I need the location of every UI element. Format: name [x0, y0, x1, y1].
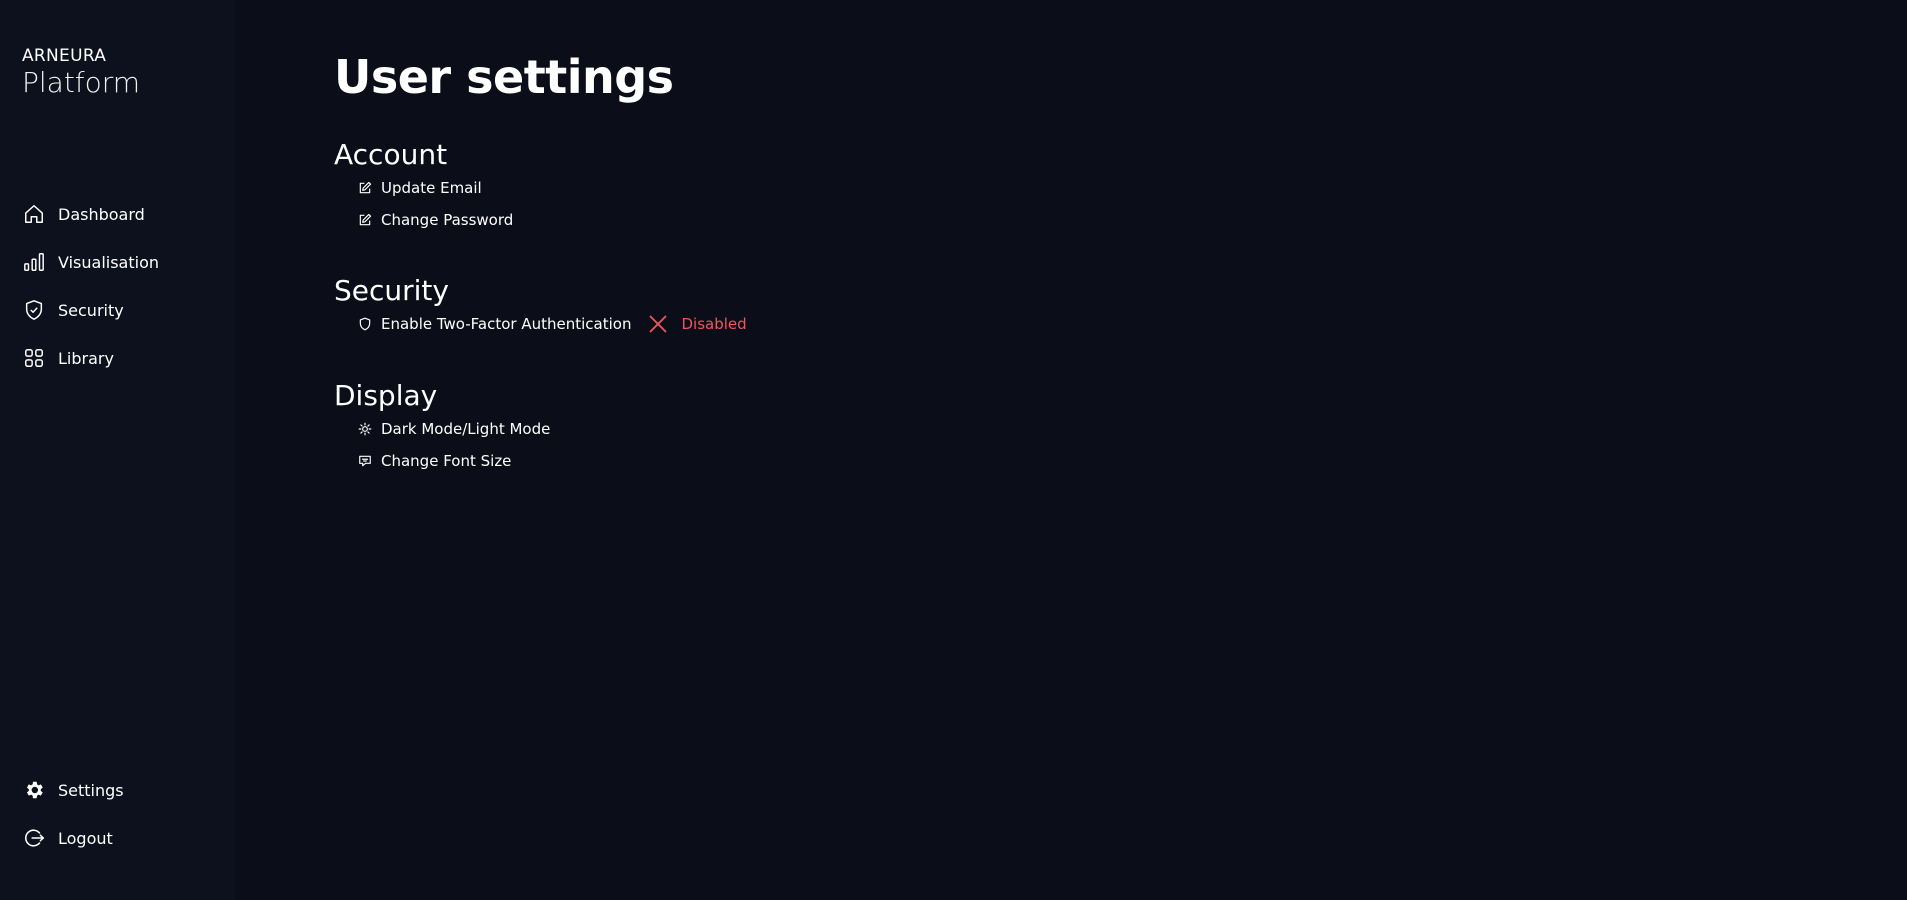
section-account: Account Update Email Change Password: [334, 138, 513, 236]
sidebar-item-label: Library: [58, 348, 114, 368]
update-email-option[interactable]: Update Email: [358, 172, 513, 204]
section-display: Display Dark Mode/Light Mode Change Font…: [334, 379, 550, 477]
shield-check-icon: [22, 298, 46, 322]
section-title: Account: [334, 138, 448, 171]
change-password-option[interactable]: Change Password: [358, 204, 513, 236]
option-label: Change Password: [381, 211, 514, 229]
brand: ARNEURA Platform: [22, 46, 140, 99]
dark-mode-option[interactable]: Dark Mode/Light Mode: [358, 413, 550, 445]
sidebar: ARNEURA Platform Dashboard Visualisation: [0, 0, 235, 900]
edit-icon: [358, 181, 372, 195]
option-label: Dark Mode/Light Mode: [381, 420, 551, 438]
sidebar-item-logout[interactable]: Logout: [22, 814, 124, 862]
sidebar-item-settings[interactable]: Settings: [22, 766, 124, 814]
font-size-option[interactable]: Change Font Size: [358, 445, 550, 477]
sun-icon: [358, 422, 372, 436]
option-label: Enable Two-Factor Authentication: [381, 315, 632, 333]
main-content: User settings Account Update Email Chang…: [235, 0, 1907, 900]
close-icon: [647, 313, 669, 335]
sidebar-item-label: Logout: [58, 828, 113, 848]
sidebar-item-library[interactable]: Library: [22, 334, 159, 382]
option-label: Change Font Size: [381, 452, 512, 470]
home-icon: [22, 202, 46, 226]
edit-icon: [358, 213, 372, 227]
bar-chart-icon: [22, 250, 46, 274]
sidebar-item-label: Dashboard: [58, 204, 145, 224]
message-icon: [358, 454, 372, 468]
page-title: User settings: [334, 50, 674, 104]
sidebar-bottom-nav: Settings Logout: [22, 766, 124, 862]
option-label: Update Email: [381, 179, 482, 197]
sidebar-item-label: Security: [58, 300, 124, 320]
status-badge: Disabled: [681, 315, 747, 333]
brand-subtitle: Platform: [22, 66, 141, 99]
two-factor-status: Disabled: [647, 313, 747, 335]
sidebar-item-label: Settings: [58, 780, 124, 800]
sidebar-item-dashboard[interactable]: Dashboard: [22, 190, 159, 238]
shield-icon: [358, 317, 372, 331]
grid-icon: [22, 346, 46, 370]
sidebar-item-visualisation[interactable]: Visualisation: [22, 238, 159, 286]
app-root: ARNEURA Platform Dashboard Visualisation: [0, 0, 1907, 900]
section-security: Security Enable Two-Factor Authenticatio…: [334, 274, 747, 340]
sidebar-nav: Dashboard Visualisation Security Library: [22, 190, 159, 382]
two-factor-option[interactable]: Enable Two-Factor Authentication Disable…: [358, 308, 747, 340]
brand-name: ARNEURA: [22, 46, 107, 66]
logout-icon: [22, 826, 46, 850]
gear-icon: [22, 778, 46, 802]
section-title: Security: [334, 274, 449, 307]
sidebar-item-label: Visualisation: [58, 252, 159, 272]
section-title: Display: [334, 379, 438, 412]
sidebar-item-security[interactable]: Security: [22, 286, 159, 334]
